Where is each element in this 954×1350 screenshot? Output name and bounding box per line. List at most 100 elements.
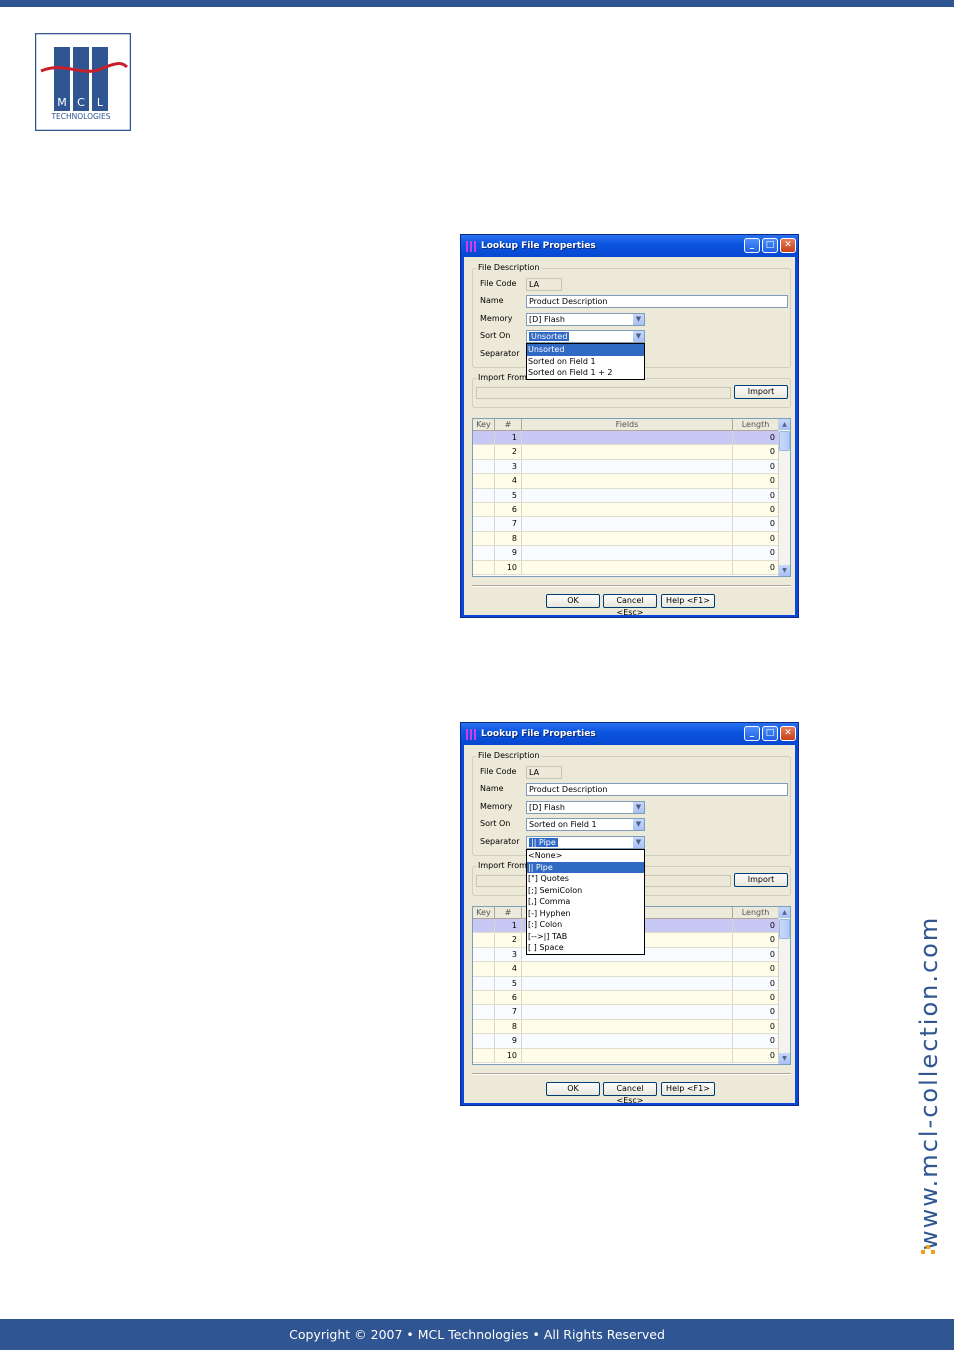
table-row[interactable]: 10 0 — [473, 560, 790, 575]
app-icon — [466, 240, 477, 252]
dropdown-option[interactable]: [-->|] TAB — [527, 931, 644, 943]
group-legend: File Description — [477, 751, 541, 760]
row-number: 8 — [495, 1019, 522, 1034]
row-number: 7 — [495, 517, 522, 531]
row-number: 9 — [495, 546, 522, 560]
dropdown-option[interactable]: || Pipe — [527, 861, 644, 873]
file-code-field[interactable]: LA — [526, 766, 562, 779]
column-header[interactable]: # — [495, 907, 522, 918]
row-number: 1 — [495, 919, 522, 933]
file-code-label: File Code — [480, 767, 517, 776]
help-button[interactable]: Help <F1> — [661, 594, 715, 608]
cancel-button[interactable]: Cancel <Esc> — [603, 594, 657, 617]
row-number: 2 — [495, 933, 522, 947]
table-row[interactable]: 90 — [473, 546, 790, 561]
table-row[interactable]: 80 — [473, 531, 790, 547]
chevron-down-icon[interactable]: ▼ — [632, 802, 644, 813]
dropdown-option[interactable]: [;] SemiColon — [527, 885, 644, 897]
column-header[interactable]: Key — [473, 419, 495, 430]
dialog-titlebar[interactable]: Lookup File Properties _ □ ✕ — [461, 723, 798, 745]
sort-on-select[interactable]: Sorted on Field 1 ▼ — [526, 818, 645, 831]
table-row[interactable]: 90 — [473, 1034, 790, 1049]
import-path-field[interactable] — [476, 387, 731, 399]
table-row[interactable]: 10 0 — [473, 1048, 790, 1063]
import-button[interactable]: Import — [734, 385, 788, 399]
table-row[interactable]: 80 — [473, 1019, 790, 1035]
separator-select[interactable]: || Pipe ▼ — [526, 836, 645, 849]
minimize-button[interactable]: _ — [744, 238, 760, 253]
column-header[interactable]: # — [495, 419, 522, 430]
table-row[interactable]: 30 — [473, 459, 790, 475]
table-row[interactable]: 50 — [473, 488, 790, 503]
column-header[interactable]: Length — [733, 419, 779, 430]
row-length: 0 — [733, 488, 779, 502]
sort-on-select-value: Unsorted — [529, 332, 570, 341]
dropdown-option[interactable]: ["] Quotes — [527, 873, 644, 885]
memory-select[interactable]: [D] Flash ▼ — [526, 313, 645, 326]
scroll-down-icon[interactable]: ▼ — [779, 565, 790, 576]
group-legend: Import From — [477, 373, 528, 382]
chevron-down-icon[interactable]: ▼ — [632, 314, 644, 325]
vertical-scrollbar[interactable]: ▲ ▼ — [778, 419, 790, 576]
scroll-up-icon[interactable]: ▲ — [779, 419, 790, 430]
table-row[interactable]: 70 — [473, 517, 790, 532]
dropdown-option[interactable]: Sorted on Field 1 — [527, 356, 644, 368]
memory-select[interactable]: [D] Flash ▼ — [526, 801, 645, 814]
dropdown-option[interactable]: <None> — [527, 850, 644, 862]
scroll-thumb[interactable] — [779, 431, 790, 451]
chevron-down-icon[interactable]: ▼ — [632, 331, 644, 342]
row-length: 0 — [733, 560, 779, 574]
import-button[interactable]: Import — [734, 873, 788, 887]
dropdown-option[interactable]: Unsorted — [527, 344, 644, 356]
name-field[interactable]: Product Description — [526, 295, 788, 308]
table-row[interactable]: 40 — [473, 962, 790, 977]
chevron-down-icon[interactable]: ▼ — [632, 837, 644, 848]
maximize-button[interactable]: □ — [762, 726, 778, 741]
row-number: 3 — [495, 947, 522, 962]
close-button[interactable]: ✕ — [780, 238, 796, 253]
ok-button[interactable]: OK — [546, 1082, 600, 1096]
dropdown-option[interactable]: [-] Hyphen — [527, 908, 644, 920]
table-row[interactable]: 20 — [473, 445, 790, 460]
row-length: 0 — [733, 962, 779, 976]
dropdown-option[interactable]: [,] Comma — [527, 896, 644, 908]
scroll-up-icon[interactable]: ▲ — [779, 907, 790, 918]
column-header[interactable]: Key — [473, 907, 495, 918]
table-row[interactable]: 40 — [473, 474, 790, 489]
column-header[interactable]: Length — [733, 907, 779, 918]
ok-button[interactable]: OK — [546, 594, 600, 608]
name-field[interactable]: Product Description — [526, 783, 788, 796]
cancel-button[interactable]: Cancel <Esc> — [603, 1082, 657, 1105]
dropdown-option[interactable]: [ ] Space — [527, 942, 644, 954]
table-row[interactable]: 70 — [473, 1005, 790, 1020]
row-length: 0 — [733, 933, 779, 947]
scroll-down-icon[interactable]: ▼ — [779, 1053, 790, 1064]
sort-on-dropdown[interactable]: Unsorted Sorted on Field 1 Sorted on Fie… — [526, 343, 645, 380]
table-row[interactable]: 10 — [473, 431, 790, 446]
separator-dropdown[interactable]: <None> || Pipe ["] Quotes [;] SemiColon … — [526, 849, 645, 955]
svg-text:TECHNOLOGIES: TECHNOLOGIES — [50, 112, 110, 121]
sort-on-select[interactable]: Unsorted ▼ — [526, 330, 645, 343]
row-number: 9 — [495, 1034, 522, 1048]
dialog-titlebar[interactable]: Lookup File Properties _ □ ✕ — [461, 235, 798, 257]
dialog-title: Lookup File Properties — [481, 729, 596, 739]
dropdown-option[interactable]: [:] Colon — [527, 919, 644, 931]
memory-label: Memory — [480, 802, 513, 811]
scroll-thumb[interactable] — [779, 919, 790, 939]
mcl-logo: M C L TECHNOLOGIES — [34, 32, 132, 132]
file-code-field[interactable]: LA — [526, 278, 562, 291]
fields-grid[interactable]: Key # Fields Length 10 20 30 40 50 60 70… — [472, 418, 791, 577]
column-header[interactable]: Fields — [522, 419, 733, 430]
help-button[interactable]: Help <F1> — [661, 1082, 715, 1096]
table-row[interactable]: 50 — [473, 976, 790, 991]
svg-text:C: C — [77, 96, 85, 109]
separator-label: Separator — [480, 349, 520, 358]
dropdown-option[interactable]: Sorted on Field 1 + 2 — [527, 367, 644, 379]
table-row[interactable]: 60 — [473, 502, 790, 518]
chevron-down-icon[interactable]: ▼ — [632, 819, 644, 830]
minimize-button[interactable]: _ — [744, 726, 760, 741]
close-button[interactable]: ✕ — [780, 726, 796, 741]
table-row[interactable]: 60 — [473, 990, 790, 1006]
maximize-button[interactable]: □ — [762, 238, 778, 253]
vertical-scrollbar[interactable]: ▲ ▼ — [778, 907, 790, 1064]
